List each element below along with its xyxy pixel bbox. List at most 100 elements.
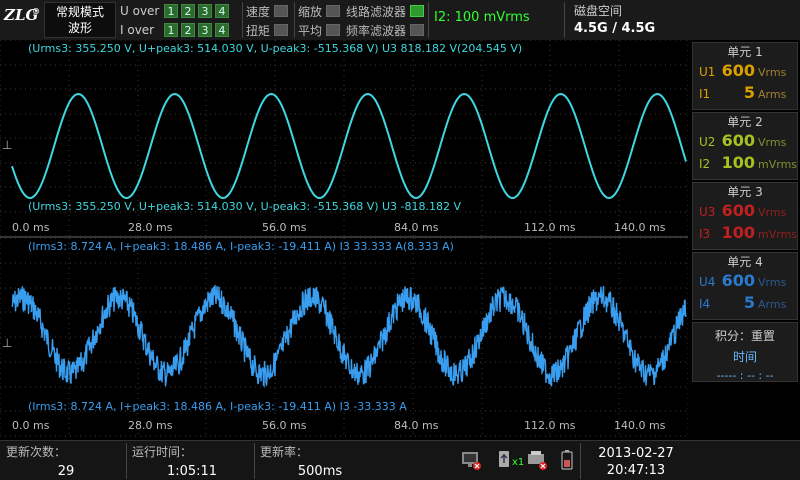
run-time-label: 运行时间： — [132, 445, 193, 459]
line-filter-label: 线路滤波器 — [346, 4, 407, 19]
unit-title: 单元 2 — [727, 115, 763, 129]
waveform-display[interactable]: (Urms3: 355.250 V, U+peak3: 514.030 V, U… — [0, 40, 688, 440]
unit-u-unit: Vrms — [758, 276, 787, 289]
unit-u-range: 600 — [721, 201, 755, 220]
speed-indicator — [274, 5, 289, 17]
current-ground-marker[interactable]: ⊥ — [2, 336, 12, 350]
torque-flag: 扭矩 — [246, 21, 289, 39]
unit-card-4[interactable]: 单元 4 U4 600 Vrms I4 5 Arms — [692, 252, 798, 320]
run-time-value: 1:05:11 — [166, 464, 218, 479]
time-tick-1-2: 56.0 ms — [262, 221, 307, 234]
unit-i-name: I3 — [699, 227, 711, 241]
integration-time-value: ----- : -- : -- — [716, 369, 774, 382]
i-over-row: I over 1 2 3 4 — [120, 21, 232, 39]
u-over-2: 2 — [181, 4, 195, 18]
update-rate: 更新率： 500ms — [260, 443, 380, 479]
time-tick-1-4: 112.0 ms — [524, 221, 576, 234]
unit-u-name: U1 — [699, 65, 716, 79]
freq-filter-indicator — [410, 24, 425, 36]
unit-title: 单元 3 — [727, 185, 763, 199]
unit-i-range: 100 — [721, 223, 755, 242]
time-tick-1-5: 140.0 ms — [614, 221, 666, 234]
current-waveform — [11, 284, 687, 388]
line-filter-flag: 线路滤波器 — [346, 2, 425, 20]
zoom-indicator — [326, 5, 341, 17]
printer-disconnected-icon — [528, 451, 547, 470]
unit-i-unit: Arms — [758, 298, 787, 311]
torque-label: 扭矩 — [246, 23, 271, 38]
unit-i-range: 5 — [743, 293, 755, 312]
unit-u-unit: Vrms — [758, 206, 787, 219]
unit-summary-panel: 单元 1 U1 600 Vrms I1 5 Arms 单元 2 U2 600 Vrms I2… — [690, 40, 800, 440]
i-over-4: 4 — [215, 23, 229, 37]
bottom-status-bar: 更新次数： 29 运行时间： 1:05:11 更新率： 500ms x1 201… — [0, 440, 800, 480]
network-disconnected-icon — [462, 452, 481, 470]
device-status-icons: x1 — [460, 449, 580, 475]
disk-space-value: 4.5G / 4.5G — [574, 21, 656, 36]
u-over-4: 4 — [215, 4, 229, 18]
integration-status[interactable]: 积分：重置 时间 ----- : -- : -- — [692, 322, 798, 382]
time-tick-1-3: 84.0 ms — [394, 221, 439, 234]
average-indicator — [326, 24, 341, 36]
unit-u-name: U3 — [699, 205, 716, 219]
unit-i-unit: Arms — [758, 88, 787, 101]
line-filter-indicator — [410, 5, 425, 17]
unit-i-name: I4 — [699, 297, 711, 311]
mode-indicator[interactable]: 常规模式 波形 — [44, 2, 116, 38]
update-count: 更新次数： 29 — [6, 443, 126, 479]
u-over-row: U over 1 2 3 4 — [120, 2, 232, 20]
zlg-logo: ZLG ® — [4, 6, 40, 24]
unit-card-3[interactable]: 单元 3 U3 600 Vrms I3 100 mVrms — [692, 182, 798, 250]
voltage-bottom-readout: (Urms3: 355.250 V, U+peak3: 514.030 V, U… — [28, 200, 462, 213]
zoom-label: 缩放 — [298, 4, 323, 19]
i-over-label: I over — [120, 23, 155, 37]
usb-count: x1 — [512, 457, 525, 468]
unit-u-range: 600 — [721, 131, 755, 150]
unit-i-range: 100 — [721, 153, 755, 172]
update-count-value: 29 — [57, 464, 75, 479]
torque-indicator — [274, 24, 289, 36]
time-value: 20:47:13 — [606, 463, 666, 478]
u-over-1: 1 — [164, 4, 178, 18]
unit-i-unit: mVrms — [758, 228, 798, 241]
voltage-ground-marker[interactable]: ⊥ — [2, 138, 12, 152]
unit-i-unit: mVrms — [758, 158, 798, 171]
time-tick-1-0: 0.0 ms — [12, 221, 50, 234]
unit-u-range: 600 — [721, 271, 755, 290]
unit-card-2[interactable]: 单元 2 U2 600 Vrms I2 100 mVrms — [692, 112, 798, 180]
current-range-readout: I2: 100 mVrms — [434, 10, 530, 25]
time-tick-2-0: 0.0 ms — [12, 419, 50, 432]
run-time: 运行时间： 1:05:11 — [132, 443, 252, 479]
i-over-2: 2 — [181, 23, 195, 37]
time-tick-2-5: 140.0 ms — [614, 419, 666, 432]
average-flag: 平均 — [298, 21, 341, 39]
time-tick-2-3: 84.0 ms — [394, 419, 439, 432]
disk-space: 磁盘空间 4.5G / 4.5G — [568, 2, 680, 38]
time-tick-1-1: 28.0 ms — [128, 221, 173, 234]
speed-flag: 速度 — [246, 2, 289, 20]
i-over-3: 3 — [198, 23, 212, 37]
unit-i-range: 5 — [743, 83, 755, 102]
unit-u-unit: Vrms — [758, 136, 787, 149]
unit-card-1[interactable]: 单元 1 U1 600 Vrms I1 5 Arms — [692, 42, 798, 110]
update-count-label: 更新次数： — [6, 445, 67, 459]
view-label: 波形 — [67, 21, 92, 35]
unit-u-range: 600 — [721, 61, 755, 80]
panel-divider — [0, 236, 688, 238]
voltage-top-readout: (Urms3: 355.250 V, U+peak3: 514.030 V, U… — [28, 42, 523, 55]
disk-space-label: 磁盘空间 — [574, 4, 623, 18]
unit-i-name: I1 — [699, 87, 711, 101]
unit-i-name: I2 — [699, 157, 711, 171]
update-rate-value: 500ms — [297, 464, 343, 479]
current-bottom-readout: (Irms3: 8.724 A, I+peak3: 18.486 A, I-pe… — [28, 400, 407, 413]
speed-label: 速度 — [246, 4, 271, 19]
unit-title: 单元 4 — [727, 255, 763, 269]
u-over-label: U over — [120, 4, 160, 18]
zoom-flag: 缩放 — [298, 2, 341, 20]
current-top-readout: (Irms3: 8.724 A, I+peak3: 18.486 A, I-pe… — [28, 240, 454, 253]
integration-time-label: 时间 — [732, 350, 757, 364]
unit-title: 单元 1 — [727, 45, 763, 59]
unit-u-name: U2 — [699, 135, 716, 149]
update-rate-label: 更新率： — [260, 445, 309, 459]
date-time: 2013-02-27 20:47:13 — [584, 443, 688, 479]
